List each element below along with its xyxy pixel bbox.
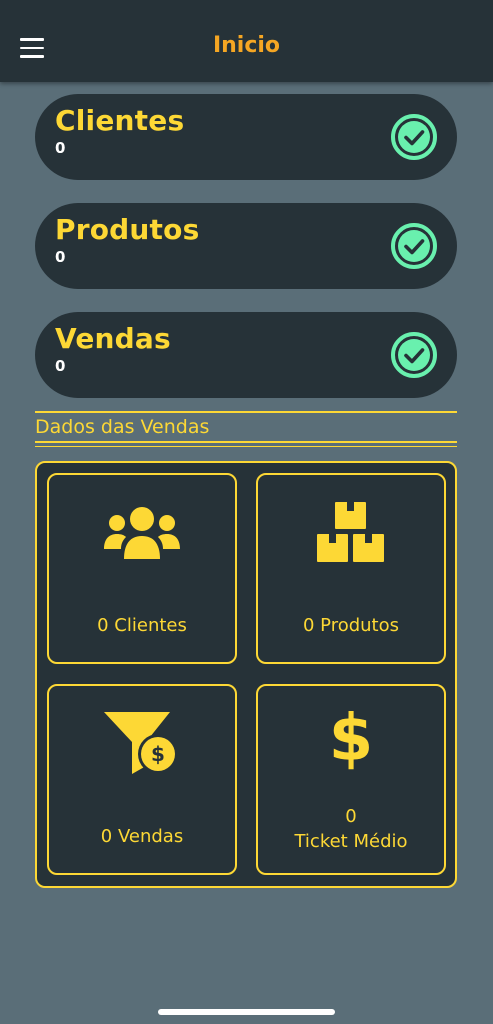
stat-card-label: 0 Produtos <box>302 615 399 636</box>
home-indicator <box>158 1009 335 1015</box>
summary-card-clientes[interactable]: Clientes 0 <box>35 94 457 180</box>
summary-card-produtos[interactable]: Produtos 0 <box>35 203 457 289</box>
summary-card-count: 0 <box>55 357 66 375</box>
stat-card-ticket-medio[interactable]: $ 0 Ticket Médio <box>256 684 446 875</box>
section-divider-bottom-thin <box>35 446 457 447</box>
summary-card-label: Vendas <box>55 322 171 355</box>
check-circle-icon <box>391 223 437 269</box>
stat-card-value: 0 <box>345 806 357 827</box>
summary-card-label: Clientes <box>55 104 185 137</box>
funnel-dollar-icon: $ <box>104 712 178 774</box>
summary-card-count: 0 <box>55 248 66 266</box>
stat-card-vendas[interactable]: $ 0 Vendas <box>47 684 237 875</box>
svg-text:$: $ <box>331 704 371 770</box>
app-bar: Inicio <box>0 0 493 82</box>
stat-card-clientes[interactable]: 0 Clientes <box>47 473 237 664</box>
stat-card-label: 0 Vendas <box>100 826 184 847</box>
stat-card-label: 0 Clientes <box>97 615 187 636</box>
check-circle-icon <box>391 332 437 378</box>
section-divider-top <box>35 411 457 413</box>
page-title: Inicio <box>212 33 281 58</box>
stat-card-produtos[interactable]: 0 Produtos <box>256 473 446 664</box>
summary-card-vendas[interactable]: Vendas 0 <box>35 312 457 398</box>
stats-grid: 0 Clientes 0 Produtos $ 0 Vendas $ 0 Tic… <box>35 461 457 888</box>
boxes-icon <box>317 502 384 562</box>
svg-text:$: $ <box>151 742 165 766</box>
section-divider-bottom <box>35 441 457 443</box>
users-icon <box>104 507 180 559</box>
summary-card-count: 0 <box>55 139 66 157</box>
stat-card-label: Ticket Médio <box>294 831 408 852</box>
section-title: Dados das Vendas <box>35 416 210 438</box>
dollar-icon: $ <box>331 704 371 770</box>
check-circle-icon <box>391 114 437 160</box>
summary-card-label: Produtos <box>55 213 200 246</box>
